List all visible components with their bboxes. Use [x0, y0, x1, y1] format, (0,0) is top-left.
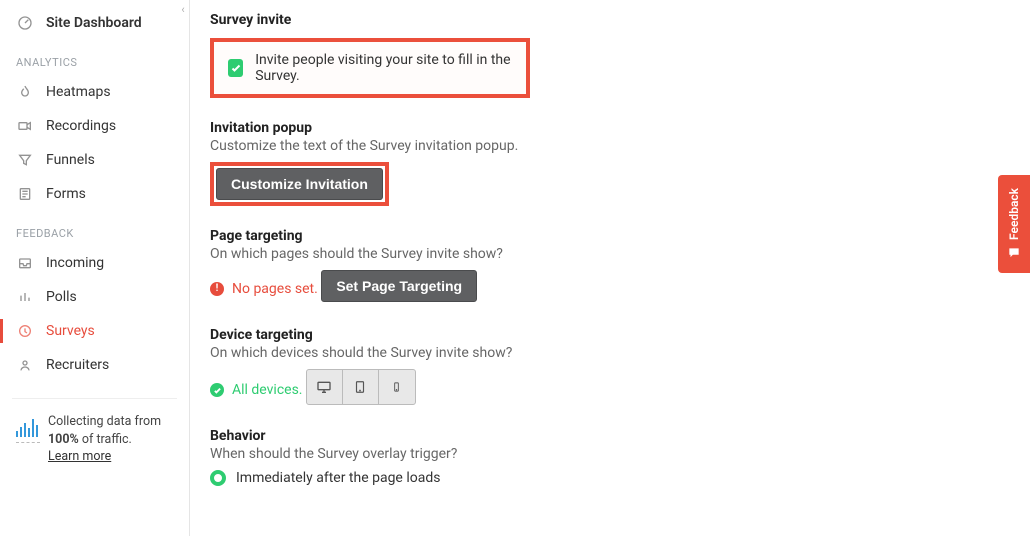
sidebar-item-label: Incoming [46, 255, 104, 271]
sidebar-item-surveys[interactable]: Surveys [0, 314, 189, 348]
sidebar-section-feedback: FEEDBACK [0, 211, 189, 246]
warning-text: No pages set. [232, 281, 318, 297]
section-heading: Invitation popup [210, 120, 1030, 136]
sidebar-collapse-toggle[interactable]: ‹ [174, 2, 192, 16]
sparkline-icon [16, 413, 38, 443]
section-desc: On which pages should the Survey invite … [210, 246, 1030, 262]
section-heading: Page targeting [210, 228, 1030, 244]
feedback-tab-label: Feedback [1007, 188, 1021, 240]
form-icon [16, 185, 34, 203]
behavior-option-immediate[interactable]: Immediately after the page loads [210, 470, 1030, 486]
alert-icon: ! [210, 282, 224, 296]
radio-selected-icon [210, 470, 226, 486]
sidebar-item-recordings[interactable]: Recordings [0, 109, 189, 143]
set-page-targeting-button[interactable]: Set Page Targeting [321, 270, 477, 302]
device-desktop-button[interactable] [307, 370, 343, 404]
traffic-widget: Collecting data from 100% of traffic. Le… [0, 409, 189, 478]
gauge-icon [16, 14, 34, 32]
section-survey-invite: Survey invite Invite people visiting you… [210, 12, 1030, 98]
user-icon [16, 356, 34, 374]
sidebar-item-label: Recordings [46, 118, 116, 134]
sidebar-item-label: Funnels [46, 152, 95, 168]
invite-checkbox-label: Invite people visiting your site to fill… [255, 52, 512, 84]
sidebar-item-recruiters[interactable]: Recruiters [0, 348, 189, 382]
customize-invitation-callout: Customize Invitation [210, 162, 389, 206]
traffic-learn-more-link[interactable]: Learn more [48, 449, 111, 464]
sidebar-item-label: Surveys [46, 323, 95, 339]
customize-invitation-button[interactable]: Customize Invitation [216, 168, 383, 200]
survey-icon [16, 322, 34, 340]
desktop-icon [315, 379, 333, 395]
sidebar-item-heatmaps[interactable]: Heatmaps [0, 75, 189, 109]
device-targeting-status: All devices. [210, 382, 303, 398]
sidebar-item-polls[interactable]: Polls [0, 280, 189, 314]
section-heading: Behavior [210, 428, 1030, 444]
sidebar-item-label: Site Dashboard [46, 15, 142, 31]
traffic-text: Collecting data from 100% of traffic. Le… [48, 413, 173, 466]
page-targeting-warning: ! No pages set. [210, 281, 318, 297]
funnel-icon [16, 151, 34, 169]
status-text: All devices. [232, 382, 303, 398]
device-toggle-group [306, 369, 416, 405]
section-heading: Device targeting [210, 327, 1030, 343]
device-mobile-button[interactable] [379, 370, 415, 404]
sidebar-item-funnels[interactable]: Funnels [0, 143, 189, 177]
device-tablet-button[interactable] [343, 370, 379, 404]
video-icon [16, 117, 34, 135]
sidebar-item-label: Heatmaps [46, 84, 111, 100]
chat-icon [1006, 246, 1022, 260]
section-heading: Survey invite [210, 12, 1030, 28]
section-device-targeting: Device targeting On which devices should… [210, 327, 1030, 407]
sidebar-item-dashboard[interactable]: Site Dashboard [0, 0, 189, 40]
sidebar-item-forms[interactable]: Forms [0, 177, 189, 211]
inbox-icon [16, 254, 34, 272]
check-circle-icon [210, 383, 224, 397]
sidebar-item-label: Recruiters [46, 357, 109, 373]
section-behavior: Behavior When should the Survey overlay … [210, 428, 1030, 486]
invite-enable-callout: Invite people visiting your site to fill… [210, 38, 530, 98]
invite-checkbox[interactable] [228, 59, 243, 77]
radio-label: Immediately after the page loads [236, 470, 440, 486]
section-page-targeting: Page targeting On which pages should the… [210, 228, 1030, 305]
sidebar-section-analytics: ANALYTICS [0, 40, 189, 75]
tablet-icon [353, 378, 367, 396]
mobile-icon [391, 378, 402, 396]
section-desc: When should the Survey overlay trigger? [210, 446, 1030, 462]
section-desc: Customize the text of the Survey invitat… [210, 138, 1030, 154]
feedback-side-tab[interactable]: Feedback [998, 175, 1030, 273]
sidebar-item-label: Polls [46, 289, 77, 305]
main-content: 1 2 Survey invite Invite people visiting… [210, 0, 1030, 536]
section-desc: On which devices should the Survey invit… [210, 345, 1030, 361]
sidebar-item-incoming[interactable]: Incoming [0, 246, 189, 280]
sidebar: ‹ Site Dashboard ANALYTICS Heatmaps Reco [0, 0, 190, 536]
bar-chart-icon [16, 288, 34, 306]
flame-icon [16, 83, 34, 101]
section-invitation-popup: Invitation popup Customize the text of t… [210, 120, 1030, 206]
sidebar-item-label: Forms [46, 186, 86, 202]
